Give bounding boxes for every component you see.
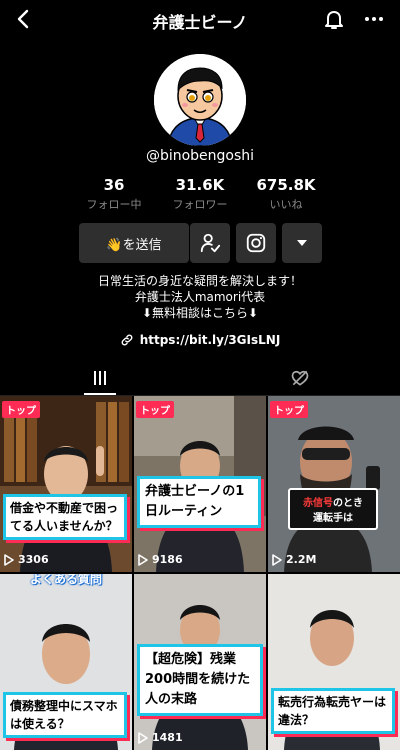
video-grid: トップ 借金や不動産で困ってる人いませんか？ 3306 トップ 弁護士ビーノの1… [0, 396, 400, 750]
video-caption: 赤信号のとき 運転手は [288, 488, 378, 530]
bio: 日常生活の身近な疑問を解決します！ 弁護士法人mamori代表 ⬇無料相談はこち… [0, 273, 400, 321]
view-count-text: 9186 [152, 553, 183, 566]
view-count: 1481 [138, 731, 183, 744]
profile-actions: 👋を送信 [0, 223, 400, 263]
bio-line: ⬇無料相談はこちら⬇ [141, 306, 259, 320]
video-caption: 債務整理中にスマホは使える？ [3, 692, 127, 738]
link-icon [121, 334, 133, 346]
bio-line: 弁護士法人mamori代表 [134, 290, 266, 304]
active-tab-indicator [84, 393, 116, 395]
send-message-button[interactable]: 👋を送信 [79, 223, 189, 263]
stat-likes[interactable]: 675.8K いいね [246, 176, 326, 212]
tab-liked[interactable] [200, 360, 400, 396]
stat-label: フォロワー [172, 198, 228, 211]
user-check-icon [200, 233, 221, 253]
stat-value: 675.8K [256, 176, 316, 194]
hidden-heart-icon [291, 370, 309, 386]
view-count-text: 1481 [152, 731, 183, 744]
video-caption: 転売行為転売ヤーは違法？ [271, 688, 395, 734]
tab-videos[interactable] [0, 360, 200, 396]
video-caption: 弁護士ビーノの1日ルーティン [137, 476, 261, 528]
more-horizontal-icon[interactable] [362, 7, 386, 31]
profile-tabs [0, 360, 400, 396]
bio-link[interactable]: https://bit.ly/3GIsLNJ [0, 333, 400, 347]
view-count: 9186 [138, 553, 183, 566]
video-thumbnail[interactable]: 【超危険】残業200時間を続けた人の末路 1481 [134, 574, 266, 750]
stat-label: フォロー中 [86, 198, 142, 211]
play-icon [272, 553, 282, 566]
bell-icon[interactable] [322, 7, 346, 31]
stat-following[interactable]: 36 フォロー中 [74, 176, 154, 212]
video-thumbnail[interactable]: トップ 弁護士ビーノの1日ルーティン 9186 [134, 396, 266, 572]
stat-value: 31.6K [175, 176, 225, 194]
grid-bars-icon [94, 371, 106, 385]
follow-user-button[interactable] [190, 223, 230, 263]
top-badge: トップ [270, 401, 308, 418]
stat-followers[interactable]: 31.6K フォロワー [160, 176, 240, 212]
play-icon [138, 731, 148, 744]
video-thumbnail[interactable]: トップ 借金や不動産で困ってる人いませんか？ 3306 [0, 396, 132, 572]
top-badge: トップ [136, 401, 174, 418]
view-count-text: 2.2M [286, 553, 317, 566]
bio-line: 日常生活の身近な疑問を解決します！ [97, 274, 302, 288]
view-count: 3306 [4, 553, 49, 566]
video-caption: 【超危険】残業200時間を続けた人の末路 [137, 644, 263, 716]
video-caption: 借金や不動産で困ってる人いませんか？ [3, 494, 127, 540]
instagram-button[interactable] [236, 223, 276, 263]
stat-label: いいね [269, 198, 303, 211]
play-icon [4, 553, 14, 566]
play-icon [138, 553, 148, 566]
video-thumbnail[interactable]: トップ 赤信号のとき 運転手は 2.2M [268, 396, 400, 572]
bio-link-text: https://bit.ly/3GIsLNJ [139, 333, 281, 347]
video-thumbnail[interactable]: よくある質問 債務整理中にスマホは使える？ [0, 574, 132, 750]
avatar[interactable] [154, 54, 246, 146]
top-bar: 弁護士ビーノ [0, 0, 400, 40]
video-thumbnail[interactable]: 転売行為転売ヤーは違法？ [268, 574, 400, 750]
video-top-text: よくある質問 [30, 574, 103, 586]
top-badge: トップ [2, 401, 40, 418]
view-count: 2.2M [272, 553, 316, 566]
stat-value: 36 [103, 176, 125, 194]
username: @binobengoshi [145, 148, 255, 164]
dropdown-button[interactable] [282, 223, 322, 263]
instagram-icon [246, 233, 266, 253]
caret-down-icon [297, 240, 307, 246]
view-count-text: 3306 [18, 553, 49, 566]
